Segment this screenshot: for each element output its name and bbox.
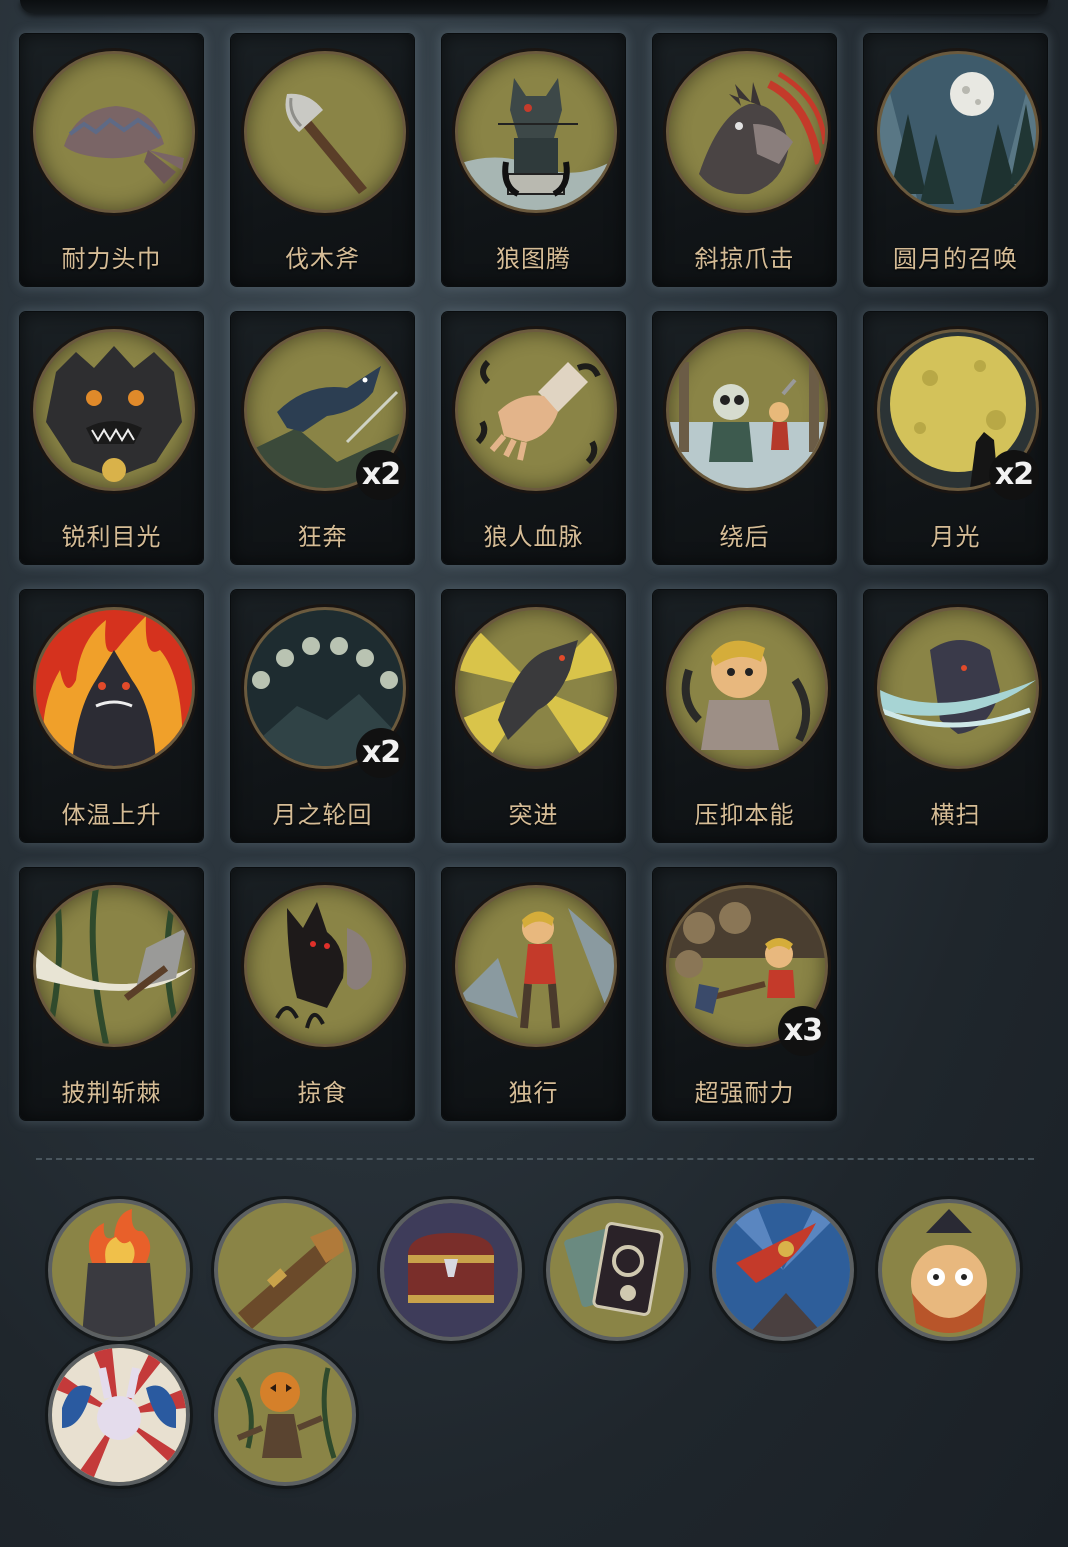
- skull-card-icon[interactable]: [550, 1203, 684, 1337]
- card-label: 狼人血脉: [483, 523, 584, 551]
- card[interactable]: 伐木斧: [231, 34, 414, 286]
- card[interactable]: 掠食: [231, 868, 414, 1120]
- card[interactable]: 独行: [442, 868, 625, 1120]
- pumpkin-scarecrow-icon[interactable]: [218, 1348, 352, 1482]
- count-badge: x2: [989, 450, 1039, 500]
- card-label: 披荆斩棘: [61, 1079, 162, 1107]
- predator-wolf-icon: [247, 888, 403, 1044]
- card-label: 横扫: [930, 801, 981, 829]
- skeleton-ambush-icon: [669, 332, 825, 488]
- card[interactable]: 耐力头巾: [20, 34, 203, 286]
- treasure-chest-icon[interactable]: [384, 1203, 518, 1337]
- card[interactable]: 圆月的召唤: [864, 34, 1047, 286]
- lone-boy-icon: [458, 888, 614, 1044]
- card-label: 绕后: [719, 523, 770, 551]
- axe-icon: [247, 54, 403, 210]
- card[interactable]: 绕后: [653, 312, 836, 564]
- claw-strike-icon: [669, 54, 825, 210]
- full-moon-forest-icon: [880, 54, 1036, 210]
- card-label: 掠食: [297, 1079, 348, 1107]
- card[interactable]: 月光 x2: [864, 312, 1047, 564]
- card-label: 耐力头巾: [61, 245, 162, 273]
- card-label: 狂奔: [297, 523, 348, 551]
- card[interactable]: 斜掠爪击: [653, 34, 836, 286]
- card[interactable]: 突进: [442, 590, 625, 842]
- sweeping-wolf-icon: [880, 610, 1036, 766]
- flying-warrior-icon[interactable]: [716, 1203, 850, 1337]
- card[interactable]: 狼图腾: [442, 34, 625, 286]
- clawed-hand-icon: [458, 332, 614, 488]
- card-label: 伐木斧: [285, 245, 360, 273]
- count-badge: x2: [356, 728, 406, 778]
- wolf-totem-icon: [458, 54, 614, 210]
- card[interactable]: 横扫: [864, 590, 1047, 842]
- spyglass-icon[interactable]: [218, 1203, 352, 1337]
- card[interactable]: 狂奔 x2: [231, 312, 414, 564]
- card-label: 锐利目光: [61, 523, 162, 551]
- card-label: 斜掠爪击: [694, 245, 795, 273]
- card-label: 狼图腾: [496, 245, 571, 273]
- card-label: 独行: [508, 1079, 559, 1107]
- section-divider: [36, 1158, 1034, 1160]
- card[interactable]: 锐利目光: [20, 312, 203, 564]
- card[interactable]: 狼人血脉: [442, 312, 625, 564]
- pouncing-wolf-icon: [458, 610, 614, 766]
- count-badge: x2: [356, 450, 406, 500]
- card[interactable]: 压抑本能: [653, 590, 836, 842]
- card-label: 圆月的召唤: [893, 245, 1018, 273]
- scared-captain-icon[interactable]: [882, 1203, 1016, 1337]
- card[interactable]: 披荆斩棘: [20, 868, 203, 1120]
- card[interactable]: 体温上升: [20, 590, 203, 842]
- jester-rabbit-icon[interactable]: [52, 1348, 186, 1482]
- card-label: 突进: [508, 801, 559, 829]
- burning-wolf-icon: [36, 610, 192, 766]
- card-grid: 耐力头巾 伐木斧 狼图腾 斜掠爪击 圆月的召唤 锐利目光 狂奔 x2 狼人血脉 …: [0, 0, 1068, 1130]
- card-label: 月之轮回: [272, 801, 373, 829]
- card-label: 体温上升: [61, 801, 162, 829]
- axe-thorns-icon: [36, 888, 192, 1044]
- card-label: 压抑本能: [694, 801, 795, 829]
- suppressed-boy-icon: [669, 610, 825, 766]
- card-label: 超强耐力: [694, 1079, 795, 1107]
- count-badge: x3: [778, 1006, 828, 1056]
- bandana-icon: [36, 54, 192, 210]
- flaming-altar-icon[interactable]: [52, 1203, 186, 1337]
- card[interactable]: 超强耐力 x3: [653, 868, 836, 1120]
- card-label: 月光: [930, 523, 981, 551]
- card[interactable]: 月之轮回 x2: [231, 590, 414, 842]
- glaring-wolf-icon: [36, 332, 192, 488]
